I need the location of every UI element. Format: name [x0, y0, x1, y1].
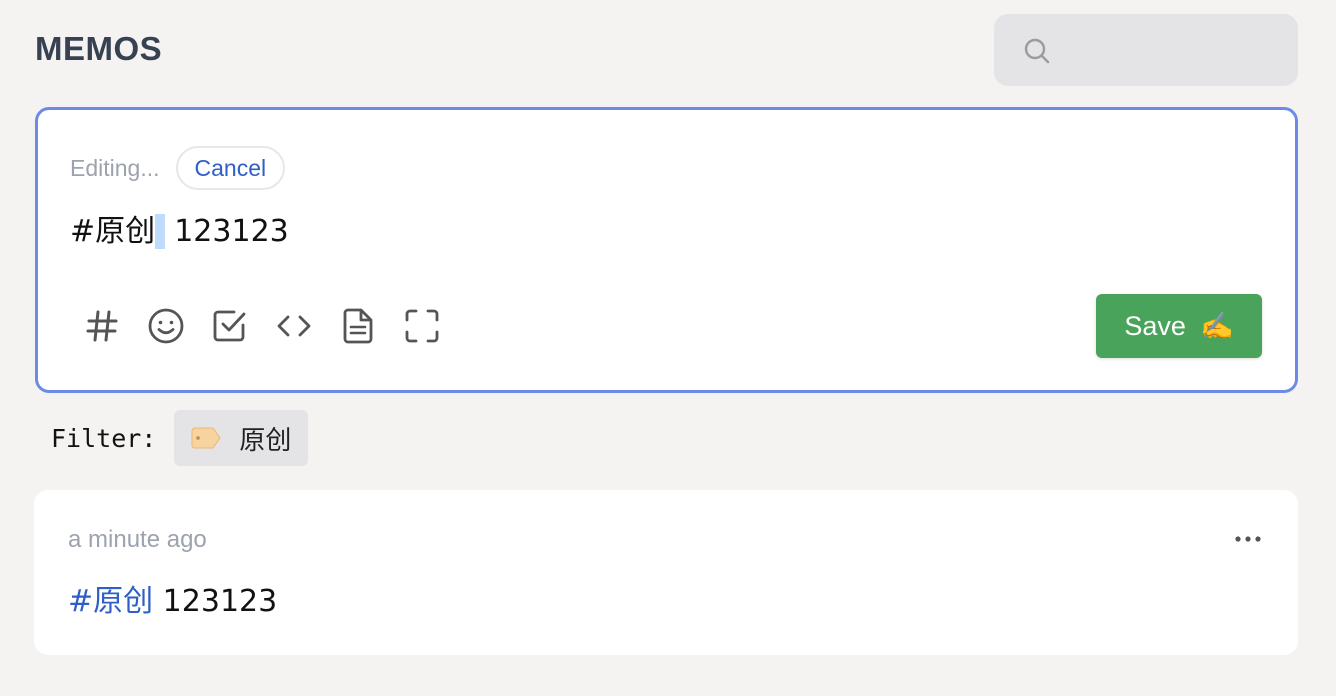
- memo-text-body: 123123: [153, 584, 278, 619]
- tag-button[interactable]: [70, 294, 134, 358]
- memo-timestamp: a minute ago: [68, 526, 207, 553]
- code-button[interactable]: [262, 294, 326, 358]
- checkbox-button[interactable]: [198, 294, 262, 358]
- memo-tag-link[interactable]: #原创: [68, 584, 153, 619]
- fullscreen-button[interactable]: [390, 294, 454, 358]
- smiley-icon: [148, 308, 184, 344]
- editing-status: Editing...: [70, 154, 160, 181]
- ellipsis-icon: [1235, 536, 1261, 542]
- editor-textarea[interactable]: #原创 123123: [70, 206, 1260, 258]
- editor-text-after: 123123: [164, 214, 289, 249]
- search-input[interactable]: [1066, 28, 1276, 72]
- editing-status-row: Editing... Cancel: [70, 145, 286, 191]
- filter-chip[interactable]: 原创: [174, 410, 309, 466]
- resource-button[interactable]: [326, 294, 390, 358]
- fullscreen-icon: [405, 309, 439, 343]
- editor-toolbar: [70, 294, 454, 358]
- search-box[interactable]: [994, 14, 1298, 86]
- hash-icon: [86, 310, 118, 342]
- file-icon: [343, 308, 373, 344]
- editor-selection: [155, 214, 165, 249]
- memo-editor: Editing... Cancel #原创 123123 Save ✍️: [35, 107, 1298, 393]
- save-label: Save: [1124, 310, 1186, 341]
- filter-bar: Filter: 原创: [51, 410, 309, 466]
- tag-label-icon: [191, 427, 221, 449]
- memo-card: a minute ago #原创 123123: [34, 490, 1298, 655]
- emoji-button[interactable]: [134, 294, 198, 358]
- code-icon: [277, 315, 311, 337]
- filter-label: Filter:: [51, 423, 157, 453]
- cancel-button[interactable]: Cancel: [175, 146, 286, 190]
- header: MEMOS: [0, 0, 1336, 96]
- checkbox-icon: [213, 310, 246, 342]
- editor-text-before: #原创: [70, 214, 156, 249]
- search-icon: [1022, 36, 1052, 66]
- filter-chip-label: 原创: [239, 425, 292, 456]
- save-button[interactable]: Save ✍️: [1096, 294, 1262, 358]
- more-options-button[interactable]: [1230, 526, 1266, 552]
- writing-hand-icon: ✍️: [1199, 311, 1234, 341]
- memo-content: #原创 123123: [68, 576, 277, 620]
- app-title: MEMOS: [35, 30, 163, 67]
